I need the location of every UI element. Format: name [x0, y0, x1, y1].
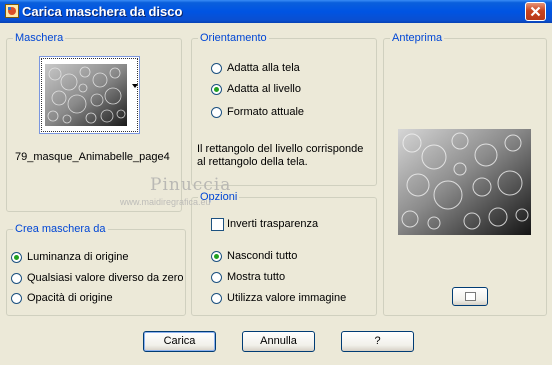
maschera-legend: Maschera — [13, 32, 66, 44]
inverti-trasparenza-label[interactable]: Inverti trasparenza — [227, 218, 318, 230]
radio-formato-attuale[interactable] — [211, 107, 222, 118]
mask-thumbnail — [45, 64, 127, 126]
utilizza-valore-immagine-label[interactable]: Utilizza valore immagine — [227, 292, 346, 304]
radio-mostra-tutto[interactable] — [211, 272, 222, 283]
window-title: Carica maschera da disco — [22, 4, 183, 19]
mask-thumbnail-dropdown[interactable] — [39, 56, 140, 134]
watermark-name: Pinuccia — [150, 175, 232, 195]
dialog-window: Carica maschera da disco Maschera 79_mas… — [0, 0, 552, 365]
radio-adatta-al-livello[interactable] — [211, 84, 222, 95]
title-bar[interactable]: Carica maschera da disco — [0, 0, 552, 23]
orientamento-description: Il rettangolo del livello corrisponde al… — [197, 143, 364, 168]
orientamento-legend: Orientamento — [198, 32, 269, 44]
radio-qualsiasi-valore[interactable] — [11, 273, 22, 284]
adatta-al-livello-label[interactable]: Adatta al livello — [227, 83, 301, 95]
nascondi-tutto-label[interactable]: Nascondi tutto — [227, 250, 297, 262]
close-icon — [530, 6, 541, 17]
close-button[interactable] — [525, 2, 546, 21]
mask-file-name: 79_masque_Animabelle_page4 — [15, 151, 170, 163]
anteprima-legend: Anteprima — [390, 32, 445, 44]
crea-maschera-legend: Crea maschera da — [13, 223, 108, 235]
carica-button[interactable]: Carica — [143, 331, 216, 352]
app-icon — [5, 4, 19, 18]
radio-adatta-alla-tela[interactable] — [211, 63, 222, 74]
radio-opacita-di-origine[interactable] — [11, 293, 22, 304]
inverti-trasparenza-checkbox[interactable] — [211, 218, 224, 231]
luminanza-di-origine-label[interactable]: Luminanza di origine — [27, 251, 129, 263]
mostra-tutto-label[interactable]: Mostra tutto — [227, 271, 285, 283]
zoom-icon — [465, 292, 476, 301]
help-button[interactable]: ? — [341, 331, 414, 352]
formato-attuale-label[interactable]: Formato attuale — [227, 106, 304, 118]
annulla-button[interactable]: Annulla — [242, 331, 315, 352]
preview-image — [398, 129, 531, 235]
adatta-alla-tela-label[interactable]: Adatta alla tela — [227, 62, 300, 74]
radio-utilizza-valore-immagine[interactable] — [211, 293, 222, 304]
radio-luminanza-di-origine[interactable] — [11, 252, 22, 263]
qualsiasi-valore-label[interactable]: Qualsiasi valore diverso da zero — [27, 272, 184, 284]
dropdown-arrow-icon — [132, 84, 138, 88]
preview-zoom-button[interactable] — [452, 287, 488, 306]
watermark-site: www.maidiregrafica.eu — [120, 197, 211, 207]
opacita-di-origine-label[interactable]: Opacità di origine — [27, 292, 113, 304]
radio-nascondi-tutto[interactable] — [211, 251, 222, 262]
